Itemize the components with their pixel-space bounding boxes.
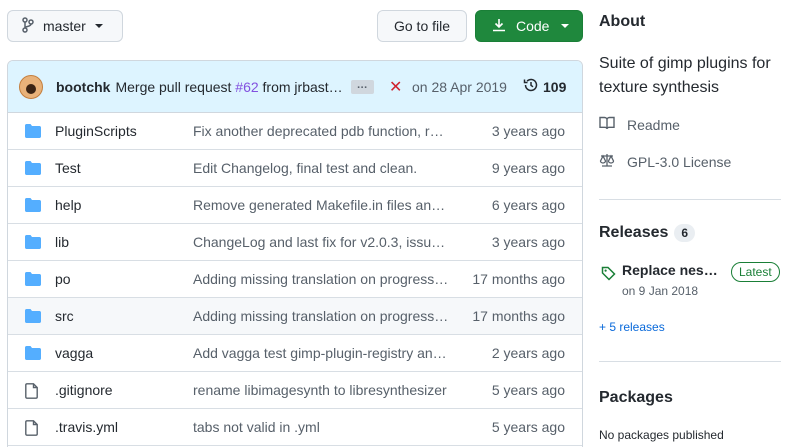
file-row[interactable]: help Remove generated Makefile.in files a… [8, 187, 582, 224]
ci-failed-icon[interactable]: ✕ [389, 77, 402, 97]
history-icon [523, 77, 539, 96]
no-packages-text: No packages published [599, 428, 724, 442]
law-icon [599, 153, 615, 170]
folder-icon [25, 161, 41, 178]
release-date: on 9 Jan 2018 [622, 284, 699, 298]
file-list: PluginScripts Fix another deprecated pdb … [8, 113, 582, 446]
file-commit-age: 5 years ago [491, 382, 565, 398]
go-to-file-button[interactable]: Go to file [377, 10, 467, 42]
file-row[interactable]: src Adding missing translation on progres… [8, 298, 582, 335]
file-commit-message[interactable]: Remove generated Makefile.in files an… [193, 197, 451, 213]
folder-icon [25, 272, 41, 289]
file-name[interactable]: PluginScripts [55, 123, 137, 139]
file-commit-message[interactable]: Fix another deprecated pdb function, r… [193, 123, 451, 139]
file-name[interactable]: lib [55, 234, 69, 250]
file-commit-message[interactable]: Edit Changelog, final test and clean. [193, 160, 451, 176]
file-commit-age: 3 years ago [491, 123, 565, 139]
chevron-down-icon [94, 24, 103, 28]
commit-message-suffix: from jrbast… [262, 78, 343, 95]
commit-message-prefix: Merge pull request [115, 78, 232, 95]
license-link[interactable]: GPL-3.0 License [599, 153, 731, 170]
file-commit-message[interactable]: Adding missing translation on progress… [193, 308, 451, 324]
file-name[interactable]: .gitignore [55, 382, 113, 398]
file-commit-message[interactable]: Adding missing translation on progress… [193, 271, 451, 287]
branch-select-button[interactable]: master [7, 10, 123, 42]
releases-count-badge: 6 [674, 224, 696, 242]
release-name[interactable]: Replace nes… [622, 262, 718, 278]
file-row[interactable]: PluginScripts Fix another deprecated pdb … [8, 113, 582, 150]
pr-link[interactable]: #62 [235, 79, 258, 95]
git-branch-icon [22, 16, 34, 36]
file-browser: bootchk Merge pull request #62 from jrba… [7, 60, 583, 447]
file-commit-age: 17 months ago [472, 308, 565, 324]
file-name[interactable]: .travis.yml [55, 419, 118, 435]
file-commit-message[interactable]: rename libimagesynth to libresynthesizer [193, 382, 451, 398]
chevron-down-icon [561, 24, 570, 28]
file-commit-age: 3 years ago [491, 234, 565, 250]
file-commit-message[interactable]: tabs not valid in .yml [193, 419, 451, 435]
file-commit-message[interactable]: Add vagga test gimp-plugin-registry an… [193, 345, 451, 361]
packages-heading[interactable]: Packages [599, 389, 673, 407]
file-commit-age: 5 years ago [491, 419, 565, 435]
book-icon [599, 116, 615, 133]
more-releases-link[interactable]: + 5 releases [599, 320, 665, 334]
commit-date[interactable]: on 28 Apr 2019 [412, 79, 507, 95]
sidebar-divider [599, 361, 781, 362]
file-row[interactable]: .travis.yml tabs not valid in .yml 5 years… [8, 409, 582, 446]
about-heading: About [599, 13, 646, 30]
folder-icon [25, 346, 41, 363]
releases-heading-link[interactable]: Releases 6 [599, 224, 696, 242]
file-icon [25, 383, 39, 402]
file-commit-age: 17 months ago [472, 271, 565, 287]
license-label: GPL-3.0 License [627, 153, 732, 170]
download-icon [492, 18, 506, 35]
file-name[interactable]: Test [55, 160, 81, 176]
file-commit-message[interactable]: ChangeLog and last fix for v2.0.3, issu… [193, 234, 451, 250]
repo-toolbar: master Go to file Code [0, 0, 590, 52]
readme-label: Readme [627, 116, 680, 133]
tag-icon [601, 266, 616, 284]
avatar[interactable] [19, 74, 43, 99]
expand-commit-button[interactable]: … [350, 79, 374, 94]
commit-history-link[interactable]: 109 [523, 77, 566, 96]
code-button-label: Code [516, 18, 550, 34]
file-commit-age: 2 years ago [491, 345, 565, 361]
commit-message[interactable]: Merge pull request #62 from jrbast… [115, 79, 342, 95]
file-name[interactable]: po [55, 271, 71, 287]
file-commit-age: 9 years ago [491, 160, 565, 176]
file-name[interactable]: src [55, 308, 74, 324]
commit-author[interactable]: bootchk [56, 79, 110, 95]
folder-icon [25, 124, 41, 141]
file-row[interactable]: po Adding missing translation on progress… [8, 261, 582, 298]
file-commit-age: 6 years ago [491, 197, 565, 213]
folder-icon [25, 309, 41, 326]
file-row[interactable]: lib ChangeLog and last fix for v2.0.3, is… [8, 224, 582, 261]
readme-link[interactable]: Readme [599, 116, 680, 133]
code-button[interactable]: Code [475, 10, 583, 42]
folder-icon [25, 235, 41, 252]
releases-heading: Releases [599, 224, 669, 241]
folder-icon [25, 198, 41, 215]
file-icon [25, 420, 39, 439]
file-row[interactable]: Test Edit Changelog, final test and clean… [8, 150, 582, 187]
file-name[interactable]: help [55, 197, 81, 213]
latest-commit-bar: bootchk Merge pull request #62 from jrba… [8, 61, 582, 113]
branch-name: master [43, 18, 86, 34]
sidebar-divider [599, 199, 781, 200]
file-row[interactable]: vagga Add vagga test gimp-plugin-registry… [8, 335, 582, 372]
commit-count: 109 [543, 78, 567, 95]
latest-badge: Latest [731, 262, 780, 282]
file-row[interactable]: .gitignore rename libimagesynth to libres… [8, 372, 582, 409]
file-name[interactable]: vagga [55, 345, 93, 361]
repo-description: Suite of gimp plugins for texture synthe… [599, 55, 771, 96]
